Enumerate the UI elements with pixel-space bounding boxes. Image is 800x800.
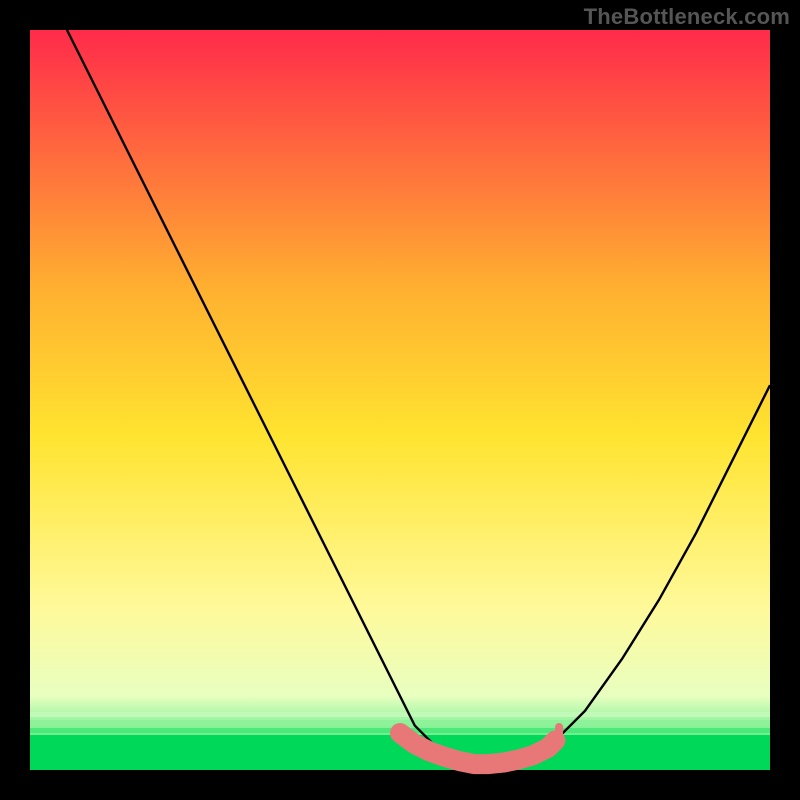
- green-stripe-3: [30, 712, 770, 717]
- watermark-text: TheBottleneck.com: [584, 4, 790, 30]
- marker-tick: [555, 723, 563, 741]
- plot-background: [30, 30, 770, 770]
- chart-frame: TheBottleneck.com: [0, 0, 800, 800]
- border-left: [0, 0, 30, 800]
- border-right: [770, 0, 800, 800]
- border-bottom: [0, 770, 800, 800]
- bottleneck-chart: [0, 0, 800, 800]
